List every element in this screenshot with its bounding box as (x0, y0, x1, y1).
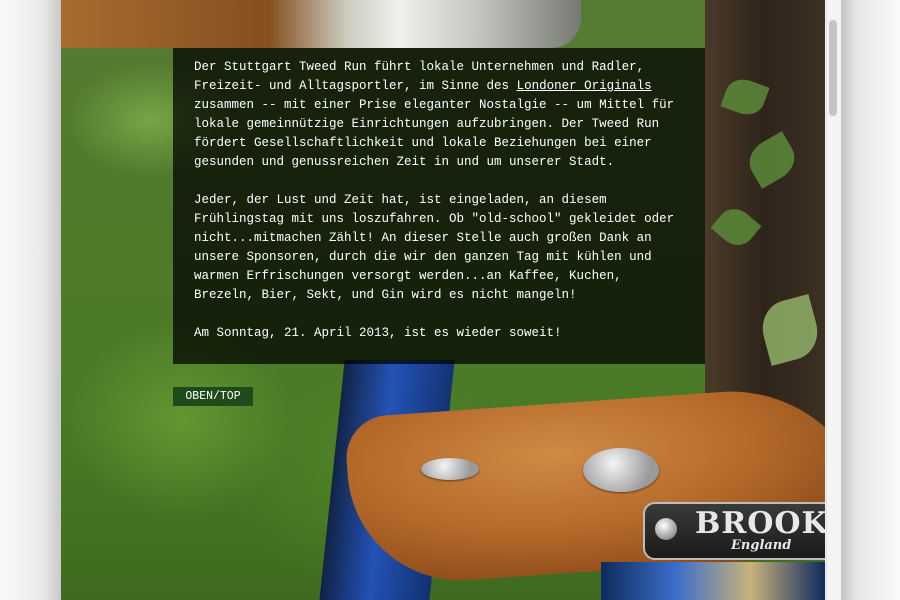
intro-paragraph-1-end: zusammen -- mit einer Prise eleganter No… (194, 98, 675, 169)
page-shadow-right (838, 0, 900, 600)
photo-saddle-rivet (583, 448, 659, 492)
scrollbar-thumb[interactable] (829, 20, 837, 116)
photo-brand-text: BROOKS (695, 506, 825, 541)
londoner-originals-link[interactable]: Londoner Originals (517, 79, 652, 93)
photo-brand-plate: BROOKS England (643, 502, 825, 560)
page-viewport: BROOKS England Der Stuttgart Tweed Run f… (61, 0, 825, 600)
photo-bolt-icon (655, 518, 677, 540)
photo-saddle-rivet (421, 458, 479, 480)
photo-saddle-strap (601, 562, 825, 600)
intro-paragraph-2: Jeder, der Lust und Zeit hat, ist eingel… (194, 193, 675, 302)
page-shadow-left (0, 0, 61, 600)
back-to-top-button[interactable]: OBEN/TOP (173, 387, 253, 406)
intro-text-box: Der Stuttgart Tweed Run führt lokale Unt… (173, 48, 705, 364)
photo-handlebar (61, 0, 581, 48)
intro-paragraph-1: Der Stuttgart Tweed Run führt lokale Unt… (194, 58, 685, 172)
photo-brand-subtext: England (731, 538, 792, 553)
event-date-paragraph: Am Sonntag, 21. April 2013, ist es wiede… (194, 326, 562, 340)
